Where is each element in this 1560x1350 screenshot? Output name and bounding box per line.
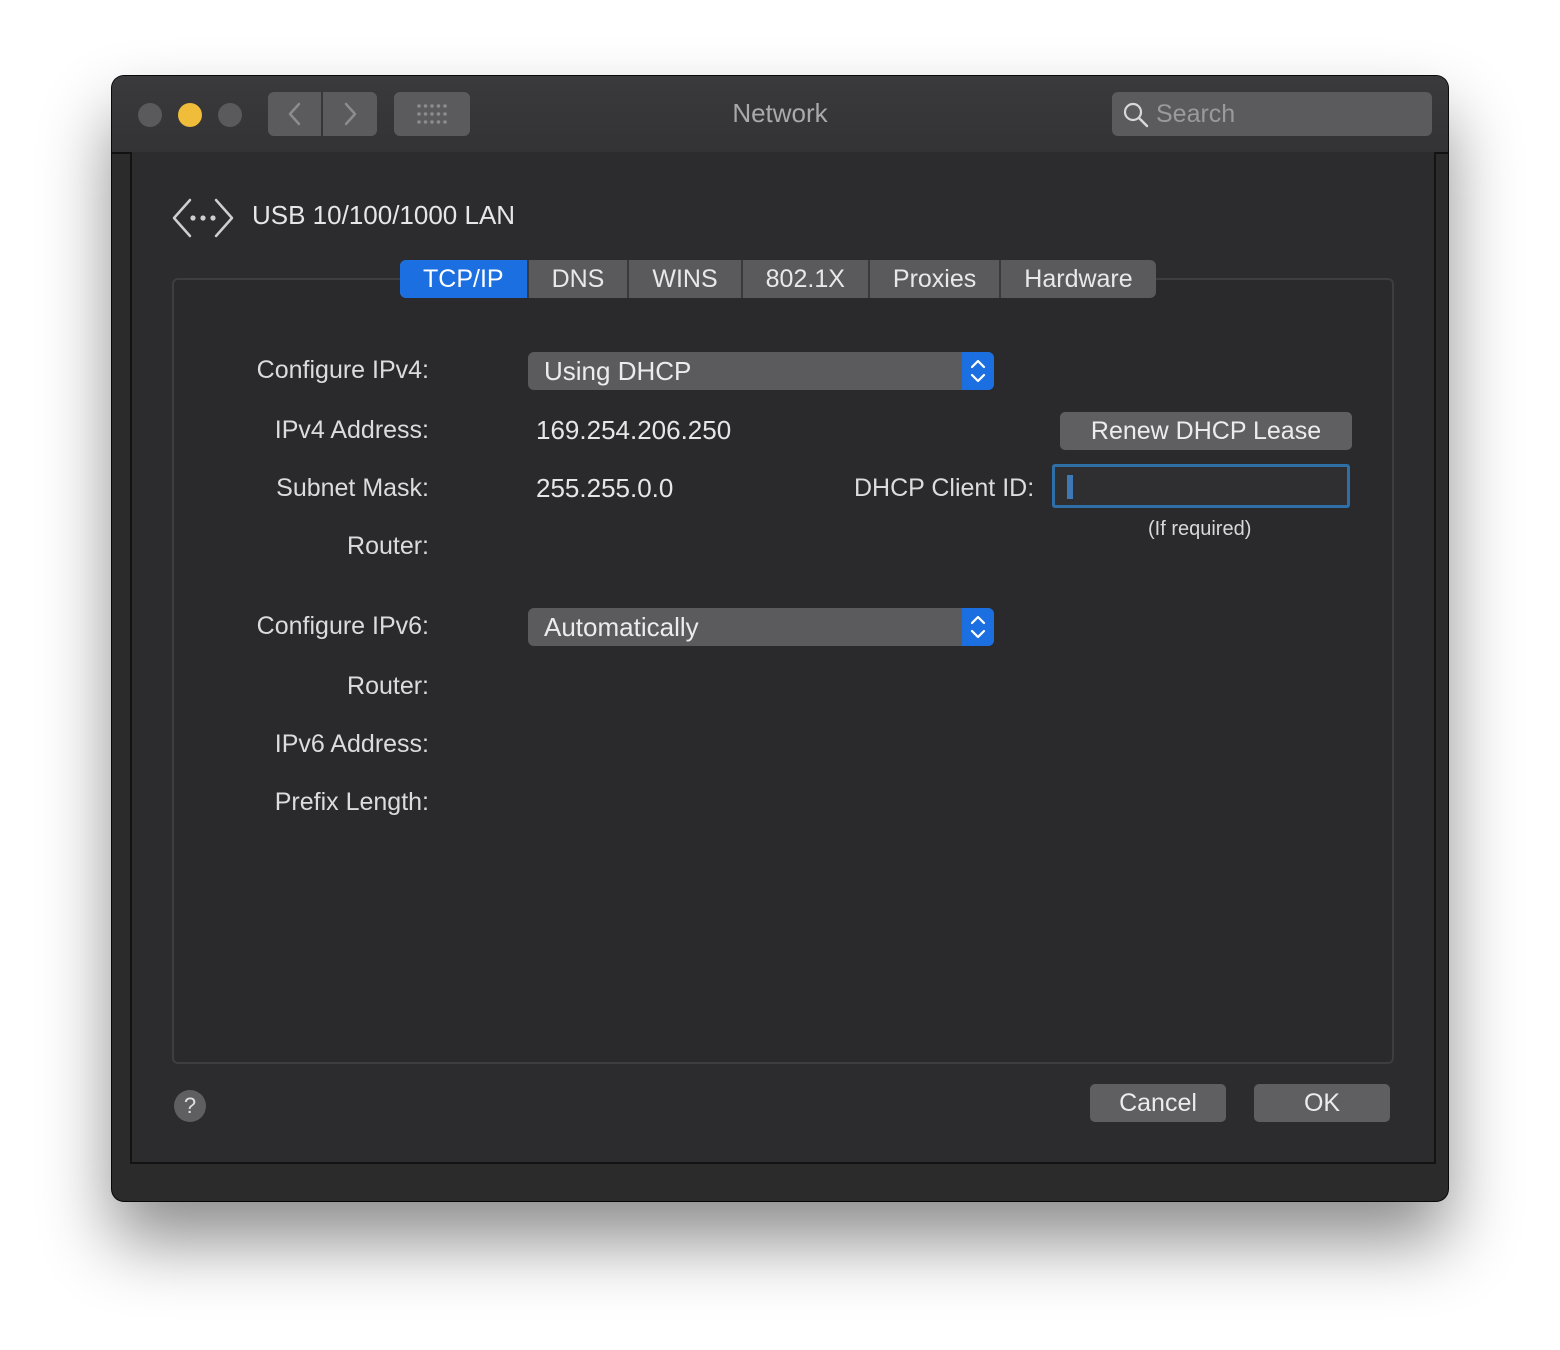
ipv4-address-value: 169.254.206.250 (536, 415, 732, 445)
configure-ipv4-value: Using DHCP (544, 356, 692, 386)
ipv6-router-label: Router: (347, 672, 429, 700)
renew-dhcp-lease-button[interactable]: Renew DHCP Lease (1060, 412, 1352, 450)
ipv6-address-label: IPv6 Address: (274, 730, 429, 758)
tab-hardware[interactable]: Hardware (999, 260, 1155, 298)
network-window: Network USB 10/100/1000 LAN Configure IP… (112, 76, 1448, 1201)
ethernet-icon (172, 198, 234, 238)
updown-chevron-icon (962, 608, 994, 646)
titlebar: Network (112, 76, 1448, 154)
tab-wins[interactable]: WINS (627, 260, 740, 298)
configure-ipv4-popup[interactable]: Using DHCP (528, 352, 994, 390)
dhcp-client-id-hint: (If required) (1148, 518, 1252, 540)
search-input[interactable] (1156, 92, 1416, 136)
tab-tcp-ip[interactable]: TCP/IP (400, 260, 527, 298)
interface-name: USB 10/100/1000 LAN (252, 200, 516, 230)
tab-bar: TCP/IP DNS WINS 802.1X Proxies Hardware (400, 260, 1156, 298)
configure-ipv4-label: Configure IPv4: (256, 356, 429, 384)
dhcp-client-id-label: DHCP Client ID: (854, 474, 1035, 502)
ipv4-router-label: Router: (347, 532, 429, 560)
ipv4-address-label: IPv4 Address: (274, 416, 429, 444)
search-field[interactable] (1112, 92, 1432, 136)
dhcp-client-id-field[interactable] (1052, 464, 1350, 508)
subnet-mask-value: 255.255.0.0 (536, 473, 674, 503)
search-icon (1123, 102, 1149, 128)
configure-ipv6-value: Automatically (544, 612, 699, 642)
dhcp-client-id-input[interactable] (1065, 471, 1335, 501)
advanced-settings-sheet: USB 10/100/1000 LAN Configure IPv4: Usin… (130, 152, 1436, 1164)
tab-dns[interactable]: DNS (526, 260, 628, 298)
prefix-length-label: Prefix Length: (274, 788, 429, 816)
tab-proxies[interactable]: Proxies (867, 260, 999, 298)
tab-content-panel: Configure IPv4: Using DHCP IPv4 Address:… (172, 278, 1394, 1064)
configure-ipv6-label: Configure IPv6: (256, 612, 429, 640)
subnet-mask-label: Subnet Mask: (276, 474, 429, 502)
tab-802-1x[interactable]: 802.1X (740, 260, 868, 298)
ok-button[interactable]: OK (1254, 1084, 1390, 1122)
configure-ipv6-popup[interactable]: Automatically (528, 608, 994, 646)
help-button[interactable]: ? (174, 1090, 206, 1122)
cancel-button[interactable]: Cancel (1090, 1084, 1226, 1122)
updown-chevron-icon (962, 352, 994, 390)
